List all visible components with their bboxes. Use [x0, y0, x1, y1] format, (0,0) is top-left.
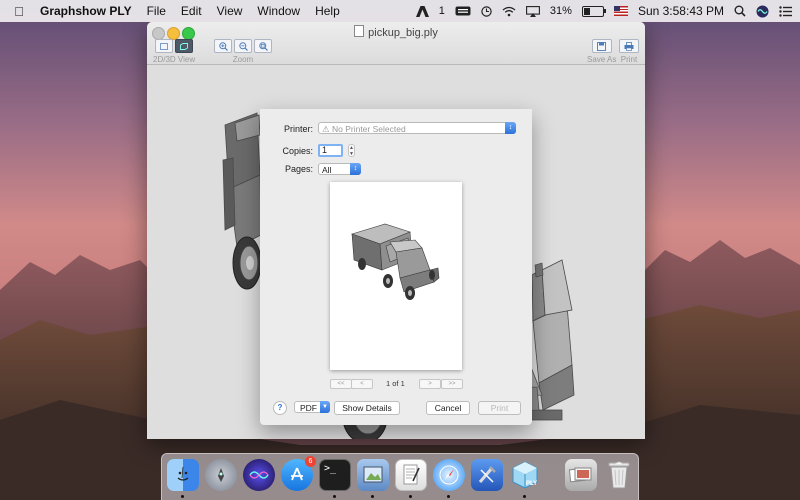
last-page-button[interactable]: >> [441, 379, 463, 389]
pdf-label: PDF [300, 403, 317, 413]
airplay-icon[interactable] [525, 4, 540, 18]
menu-window[interactable]: Window [257, 4, 300, 18]
2d-view-button[interactable] [155, 39, 174, 53]
textedit-icon[interactable] [395, 459, 427, 491]
safari-icon[interactable] [433, 459, 465, 491]
next-page-button[interactable]: > [419, 379, 441, 389]
zoom-fit-button[interactable] [254, 39, 272, 53]
first-page-button[interactable]: << [330, 379, 352, 389]
running-indicator [333, 495, 336, 498]
menu-bar:  Graphshow PLY File Edit View Window He… [0, 0, 800, 22]
us-flag-icon[interactable] [613, 4, 628, 18]
print-preview-page [330, 182, 462, 370]
window-title-text: pickup_big.ply [368, 27, 438, 39]
print-toolbar-button[interactable] [619, 39, 639, 53]
printer-select[interactable]: ⚠ No Printer Selected ↕ [318, 122, 516, 134]
copies-label: Copies: [282, 146, 313, 156]
menu-edit[interactable]: Edit [181, 4, 202, 18]
notification-center-icon[interactable] [779, 4, 792, 18]
creative-cloud-icon[interactable] [455, 4, 471, 18]
menu-view[interactable]: View [217, 4, 243, 18]
document-icon [354, 25, 365, 37]
running-indicator [409, 495, 412, 498]
view-toggle-group: 2D/3D View [153, 39, 195, 64]
chevron-updown-icon: ↕ [350, 163, 361, 175]
zoom-label: Zoom [232, 55, 254, 64]
status-area: 1 31% Sun 3:58:43 PM [415, 0, 792, 22]
siri-icon[interactable] [243, 459, 275, 491]
timer-icon[interactable] [481, 4, 492, 18]
adobe-count: 1 [438, 5, 445, 17]
preview-icon[interactable] [357, 459, 389, 491]
chevron-updown-icon: ↕ [505, 122, 516, 134]
print-dialog: Printer: ⚠ No Printer Selected ↕ Copies:… [260, 109, 532, 425]
graphshow-window: pickup_big.ply 2D/3D View Zoom Save As P… [147, 22, 645, 439]
save-as-button[interactable] [591, 39, 612, 53]
preview-truck-image [351, 223, 440, 300]
save-as-group: Save As [587, 39, 616, 64]
model-canvas[interactable]: Printer: ⚠ No Printer Selected ↕ Copies:… [147, 65, 645, 439]
adobe-icon[interactable] [415, 4, 429, 18]
app-store-badge: 6 [305, 456, 316, 467]
running-indicator [523, 495, 526, 498]
pages-label: Pages: [284, 164, 313, 174]
zoom-in-button[interactable] [214, 39, 232, 53]
help-button[interactable]: ? [273, 401, 287, 415]
show-details-button[interactable]: Show Details [334, 401, 400, 415]
svg-text:PLY: PLY [526, 481, 537, 487]
xcode-icon[interactable] [471, 459, 503, 491]
page-indicator: 1 of 1 [386, 379, 405, 388]
pdf-menu-button[interactable]: PDF ▼ [294, 401, 330, 413]
photos-stack-icon[interactable] [565, 459, 597, 491]
print-button[interactable]: Print [478, 401, 521, 415]
zoom-group: Zoom [214, 39, 272, 64]
view-label: 2D/3D View [153, 55, 196, 64]
running-indicator [181, 495, 184, 498]
dock: 6 >_ PLY [161, 453, 639, 500]
launchpad-icon[interactable] [205, 459, 237, 491]
printer-select-value: ⚠ No Printer Selected [322, 124, 406, 134]
menu-help[interactable]: Help [315, 4, 340, 18]
finder-icon[interactable] [167, 459, 199, 491]
3d-view-button[interactable] [175, 39, 194, 53]
pages-select-value: All [322, 165, 332, 175]
running-indicator [447, 495, 450, 498]
pages-select[interactable]: All ↕ [318, 163, 361, 175]
cancel-button[interactable]: Cancel [426, 401, 470, 415]
zoom-out-button[interactable] [234, 39, 252, 53]
chevron-down-icon: ▼ [320, 401, 330, 413]
copies-field[interactable]: 1 [318, 144, 343, 157]
graphshow-ply-icon[interactable]: PLY [509, 459, 541, 491]
save-as-label: Save As [587, 55, 617, 64]
battery-icon[interactable] [581, 4, 606, 18]
wheel [232, 236, 262, 290]
siri-menu-icon[interactable] [756, 4, 769, 18]
printer-label: Printer: [283, 124, 313, 134]
wifi-icon[interactable] [502, 4, 516, 18]
apple-logo-icon[interactable]:  [12, 4, 26, 19]
window-titlebar: pickup_big.ply 2D/3D View Zoom Save As P… [147, 22, 645, 65]
app-store-icon[interactable]: 6 [281, 456, 316, 491]
window-title: pickup_big.ply [147, 25, 645, 39]
menu-app-name[interactable]: Graphshow PLY [40, 4, 132, 18]
spotlight-search-icon[interactable] [734, 4, 746, 18]
menu-clock[interactable]: Sun 3:58:43 PM [638, 4, 724, 18]
copies-stepper[interactable]: ▲ ▼ [348, 144, 355, 157]
battery-percent: 31% [549, 5, 572, 17]
menu-file[interactable]: File [147, 4, 166, 18]
terminal-icon[interactable]: >_ [319, 459, 351, 491]
print-group: Print [619, 39, 639, 64]
previous-page-button[interactable]: < [351, 379, 373, 389]
running-indicator [371, 495, 374, 498]
trash-icon[interactable] [603, 459, 635, 491]
print-label: Print [620, 55, 638, 64]
